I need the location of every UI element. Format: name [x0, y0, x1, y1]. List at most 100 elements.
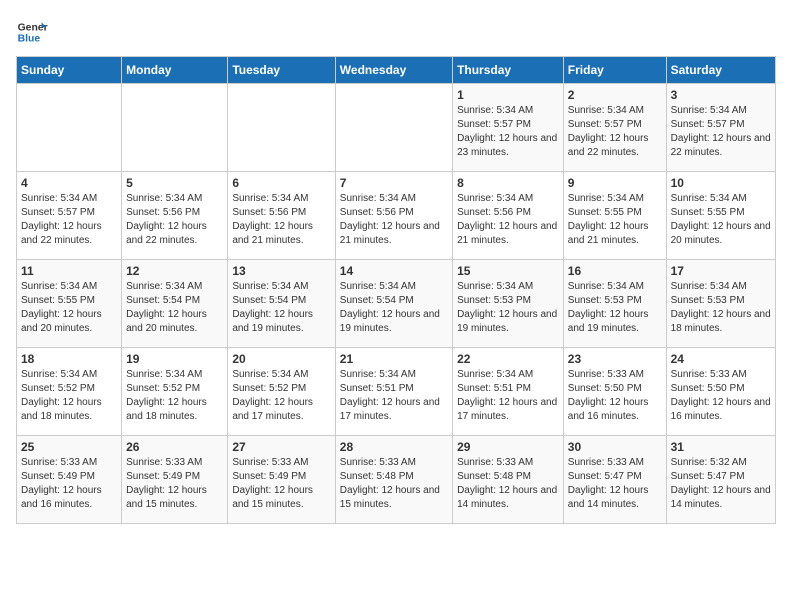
weekday-header-monday: Monday — [122, 57, 228, 84]
sunset-text: Sunset: 5:52 PM — [21, 383, 95, 394]
sunrise-text: Sunrise: 5:34 AM — [340, 281, 416, 292]
sunset-text: Sunset: 5:55 PM — [671, 207, 745, 218]
sunset-text: Sunset: 5:50 PM — [568, 383, 642, 394]
daylight-text: Daylight: 12 hours and 22 minutes. — [126, 221, 207, 246]
sunrise-text: Sunrise: 5:34 AM — [457, 105, 533, 116]
day-number: 13 — [232, 264, 330, 278]
day-info: Sunrise: 5:34 AM Sunset: 5:56 PM Dayligh… — [340, 192, 448, 248]
day-info: Sunrise: 5:33 AM Sunset: 5:47 PM Dayligh… — [568, 456, 662, 512]
day-number: 25 — [21, 440, 117, 454]
calendar-cell: 24 Sunrise: 5:33 AM Sunset: 5:50 PM Dayl… — [666, 348, 775, 436]
daylight-text: Daylight: 12 hours and 19 minutes. — [340, 309, 440, 334]
sunset-text: Sunset: 5:54 PM — [232, 295, 306, 306]
daylight-text: Daylight: 12 hours and 21 minutes. — [232, 221, 313, 246]
day-info: Sunrise: 5:33 AM Sunset: 5:50 PM Dayligh… — [671, 368, 771, 424]
sunset-text: Sunset: 5:55 PM — [21, 295, 95, 306]
day-number: 15 — [457, 264, 559, 278]
sunrise-text: Sunrise: 5:34 AM — [671, 193, 747, 204]
calendar-cell — [122, 84, 228, 172]
daylight-text: Daylight: 12 hours and 19 minutes. — [457, 309, 557, 334]
day-info: Sunrise: 5:34 AM Sunset: 5:51 PM Dayligh… — [340, 368, 448, 424]
calendar-cell: 2 Sunrise: 5:34 AM Sunset: 5:57 PM Dayli… — [563, 84, 666, 172]
sunset-text: Sunset: 5:57 PM — [457, 119, 531, 130]
day-info: Sunrise: 5:34 AM Sunset: 5:51 PM Dayligh… — [457, 368, 559, 424]
weekday-header-tuesday: Tuesday — [228, 57, 335, 84]
day-number: 20 — [232, 352, 330, 366]
sunrise-text: Sunrise: 5:34 AM — [340, 193, 416, 204]
sunrise-text: Sunrise: 5:34 AM — [568, 105, 644, 116]
sunrise-text: Sunrise: 5:33 AM — [457, 457, 533, 468]
daylight-text: Daylight: 12 hours and 22 minutes. — [21, 221, 102, 246]
sunset-text: Sunset: 5:56 PM — [126, 207, 200, 218]
sunset-text: Sunset: 5:56 PM — [457, 207, 531, 218]
calendar-cell: 14 Sunrise: 5:34 AM Sunset: 5:54 PM Dayl… — [335, 260, 452, 348]
day-number: 12 — [126, 264, 223, 278]
sunset-text: Sunset: 5:56 PM — [232, 207, 306, 218]
sunset-text: Sunset: 5:54 PM — [340, 295, 414, 306]
sunrise-text: Sunrise: 5:34 AM — [340, 369, 416, 380]
day-number: 2 — [568, 88, 662, 102]
daylight-text: Daylight: 12 hours and 14 minutes. — [671, 485, 771, 510]
day-info: Sunrise: 5:33 AM Sunset: 5:49 PM Dayligh… — [232, 456, 330, 512]
day-number: 31 — [671, 440, 771, 454]
day-info: Sunrise: 5:34 AM Sunset: 5:56 PM Dayligh… — [232, 192, 330, 248]
sunset-text: Sunset: 5:50 PM — [671, 383, 745, 394]
day-info: Sunrise: 5:34 AM Sunset: 5:57 PM Dayligh… — [671, 104, 771, 160]
day-info: Sunrise: 5:34 AM Sunset: 5:54 PM Dayligh… — [126, 280, 223, 336]
sunrise-text: Sunrise: 5:34 AM — [568, 193, 644, 204]
daylight-text: Daylight: 12 hours and 21 minutes. — [457, 221, 557, 246]
day-info: Sunrise: 5:34 AM Sunset: 5:53 PM Dayligh… — [568, 280, 662, 336]
sunrise-text: Sunrise: 5:34 AM — [21, 193, 97, 204]
sunset-text: Sunset: 5:47 PM — [568, 471, 642, 482]
week-row-3: 11 Sunrise: 5:34 AM Sunset: 5:55 PM Dayl… — [17, 260, 776, 348]
day-info: Sunrise: 5:34 AM Sunset: 5:54 PM Dayligh… — [232, 280, 330, 336]
day-info: Sunrise: 5:34 AM Sunset: 5:52 PM Dayligh… — [232, 368, 330, 424]
day-number: 8 — [457, 176, 559, 190]
day-number: 5 — [126, 176, 223, 190]
sunset-text: Sunset: 5:48 PM — [340, 471, 414, 482]
day-info: Sunrise: 5:34 AM Sunset: 5:56 PM Dayligh… — [457, 192, 559, 248]
calendar-cell: 19 Sunrise: 5:34 AM Sunset: 5:52 PM Dayl… — [122, 348, 228, 436]
sunset-text: Sunset: 5:57 PM — [568, 119, 642, 130]
calendar-cell: 27 Sunrise: 5:33 AM Sunset: 5:49 PM Dayl… — [228, 436, 335, 524]
sunset-text: Sunset: 5:47 PM — [671, 471, 745, 482]
weekday-header-sunday: Sunday — [17, 57, 122, 84]
day-info: Sunrise: 5:33 AM Sunset: 5:49 PM Dayligh… — [126, 456, 223, 512]
daylight-text: Daylight: 12 hours and 15 minutes. — [126, 485, 207, 510]
daylight-text: Daylight: 12 hours and 18 minutes. — [126, 397, 207, 422]
day-info: Sunrise: 5:33 AM Sunset: 5:48 PM Dayligh… — [457, 456, 559, 512]
calendar-cell: 29 Sunrise: 5:33 AM Sunset: 5:48 PM Dayl… — [453, 436, 564, 524]
sunrise-text: Sunrise: 5:33 AM — [126, 457, 202, 468]
calendar-cell — [335, 84, 452, 172]
daylight-text: Daylight: 12 hours and 15 minutes. — [232, 485, 313, 510]
calendar-cell: 18 Sunrise: 5:34 AM Sunset: 5:52 PM Dayl… — [17, 348, 122, 436]
svg-text:General: General — [18, 22, 48, 33]
week-row-5: 25 Sunrise: 5:33 AM Sunset: 5:49 PM Dayl… — [17, 436, 776, 524]
daylight-text: Daylight: 12 hours and 16 minutes. — [671, 397, 771, 422]
daylight-text: Daylight: 12 hours and 16 minutes. — [568, 397, 649, 422]
calendar-cell: 5 Sunrise: 5:34 AM Sunset: 5:56 PM Dayli… — [122, 172, 228, 260]
logo: General Blue — [16, 16, 48, 48]
calendar-cell: 6 Sunrise: 5:34 AM Sunset: 5:56 PM Dayli… — [228, 172, 335, 260]
day-info: Sunrise: 5:34 AM Sunset: 5:53 PM Dayligh… — [671, 280, 771, 336]
sunrise-text: Sunrise: 5:34 AM — [568, 281, 644, 292]
sunrise-text: Sunrise: 5:34 AM — [21, 369, 97, 380]
sunrise-text: Sunrise: 5:34 AM — [457, 193, 533, 204]
calendar-cell — [17, 84, 122, 172]
sunset-text: Sunset: 5:55 PM — [568, 207, 642, 218]
calendar-cell: 26 Sunrise: 5:33 AM Sunset: 5:49 PM Dayl… — [122, 436, 228, 524]
day-info: Sunrise: 5:34 AM Sunset: 5:52 PM Dayligh… — [126, 368, 223, 424]
sunset-text: Sunset: 5:49 PM — [21, 471, 95, 482]
day-number: 24 — [671, 352, 771, 366]
svg-text:Blue: Blue — [18, 34, 41, 45]
calendar-cell: 8 Sunrise: 5:34 AM Sunset: 5:56 PM Dayli… — [453, 172, 564, 260]
calendar-cell: 28 Sunrise: 5:33 AM Sunset: 5:48 PM Dayl… — [335, 436, 452, 524]
day-number: 1 — [457, 88, 559, 102]
daylight-text: Daylight: 12 hours and 21 minutes. — [340, 221, 440, 246]
sunrise-text: Sunrise: 5:33 AM — [340, 457, 416, 468]
day-number: 22 — [457, 352, 559, 366]
calendar-cell: 9 Sunrise: 5:34 AM Sunset: 5:55 PM Dayli… — [563, 172, 666, 260]
daylight-text: Daylight: 12 hours and 22 minutes. — [671, 133, 771, 158]
day-number: 30 — [568, 440, 662, 454]
day-number: 4 — [21, 176, 117, 190]
